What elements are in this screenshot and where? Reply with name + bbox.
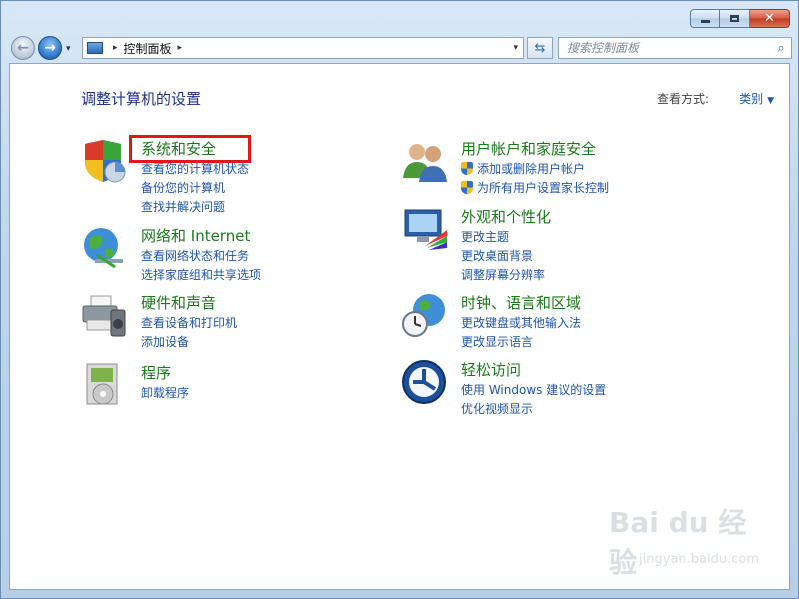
breadcrumb-separator-icon[interactable]: ▸ (178, 43, 183, 53)
recent-pages-dropdown[interactable]: ▾ (66, 44, 71, 54)
category-title-clock-language-region[interactable]: 时钟、语言和区域 (461, 292, 581, 313)
breadcrumb-separator-icon[interactable]: ▸ (113, 43, 118, 53)
link-add-remove-accounts[interactable]: 添加或删除用户帐户 (461, 160, 585, 177)
forward-button[interactable]: → (38, 36, 62, 60)
ease-of-access-icon (402, 360, 446, 404)
link-uninstall-program[interactable]: 卸载程序 (141, 384, 189, 401)
caption-buttons: ✕ (690, 9, 790, 28)
printer-icon (82, 295, 126, 337)
maximize-icon (730, 15, 739, 22)
minimize-button[interactable] (690, 9, 720, 28)
breadcrumb-control-panel[interactable]: 控制面板 (124, 40, 172, 57)
category-title-network-internet[interactable]: 网络和 Internet (141, 225, 250, 246)
users-icon (403, 144, 447, 182)
category-title-ease-of-access[interactable]: 轻松访问 (461, 359, 521, 380)
category-title-hardware-sound[interactable]: 硬件和声音 (141, 292, 216, 313)
link-backup-computer[interactable]: 备份您的计算机 (141, 179, 225, 196)
view-by-dropdown[interactable]: 类别 ▼ (739, 90, 774, 107)
watermark-logo-text: Bai du 经验 (609, 506, 747, 579)
link-change-theme[interactable]: 更改主题 (461, 228, 509, 245)
link-troubleshoot[interactable]: 查找并解决问题 (141, 198, 225, 215)
search-box: ⌕ (558, 37, 792, 59)
search-input[interactable] (559, 40, 771, 56)
link-desktop-background[interactable]: 更改桌面背景 (461, 247, 533, 264)
link-network-status[interactable]: 查看网络状态和任务 (141, 247, 249, 264)
close-icon: ✕ (764, 11, 775, 26)
link-add-device[interactable]: 添加设备 (141, 333, 189, 350)
arrow-right-icon: → (44, 40, 56, 56)
navigation-bar: ← → ▾ ▸ 控制面板 ▸ ▾ ⇆ ⌕ (9, 34, 792, 60)
link-optimize-display[interactable]: 优化视频显示 (461, 400, 533, 417)
link-devices-printers[interactable]: 查看设备和打印机 (141, 314, 237, 331)
control-panel-window: ✕ ← → ▾ ▸ 控制面板 ▸ ▾ ⇆ ⌕ 调整计算机的设置 查看方式: 类别… (0, 0, 799, 599)
page-title: 调整计算机的设置 (81, 90, 202, 108)
back-button[interactable]: ← (11, 36, 35, 60)
main-content: 调整计算机的设置 查看方式: 类别 ▼ 系统和安全 查看您的计算机状态 备份您的计… (9, 63, 790, 590)
clock-globe-icon (402, 294, 445, 337)
shield-icon (85, 140, 126, 183)
appearance-icon (404, 209, 447, 250)
arrow-left-icon: ← (17, 40, 29, 56)
view-by-value: 类别 (739, 92, 764, 106)
refresh-button[interactable]: ⇆ (527, 37, 553, 59)
link-keyboard-input[interactable]: 更改键盘或其他输入法 (461, 314, 581, 331)
control-panel-icon (87, 42, 103, 54)
link-homegroup-sharing[interactable]: 选择家庭组和共享选项 (141, 266, 261, 283)
programs-icon (86, 363, 118, 405)
maximize-button[interactable] (720, 9, 750, 28)
view-by-label: 查看方式: (656, 92, 709, 106)
globe-network-icon (84, 228, 123, 269)
category-title-programs[interactable]: 程序 (141, 362, 171, 383)
refresh-icon: ⇆ (534, 40, 546, 56)
search-icon[interactable]: ⌕ (771, 41, 791, 56)
chevron-down-icon: ▼ (767, 96, 774, 106)
link-screen-resolution[interactable]: 调整屏幕分辨率 (461, 266, 545, 283)
category-title-user-accounts[interactable]: 用户帐户和家庭安全 (461, 138, 596, 159)
address-bar[interactable]: ▸ 控制面板 ▸ ▾ (82, 37, 524, 59)
highlight-box (129, 135, 251, 163)
category-title-appearance[interactable]: 外观和个性化 (461, 206, 551, 227)
minimize-icon (700, 20, 710, 23)
baidu-watermark: Bai du 经验 jingyan.baidu.com (609, 501, 759, 579)
watermark-url: jingyan.baidu.com (639, 552, 759, 567)
link-recommended-settings[interactable]: 使用 Windows 建议的设置 (461, 381, 606, 398)
link-display-language[interactable]: 更改显示语言 (461, 333, 533, 350)
address-dropdown-icon[interactable]: ▾ (513, 43, 518, 53)
link-parental-controls[interactable]: 为所有用户设置家长控制 (461, 179, 609, 196)
close-button[interactable]: ✕ (750, 9, 790, 28)
